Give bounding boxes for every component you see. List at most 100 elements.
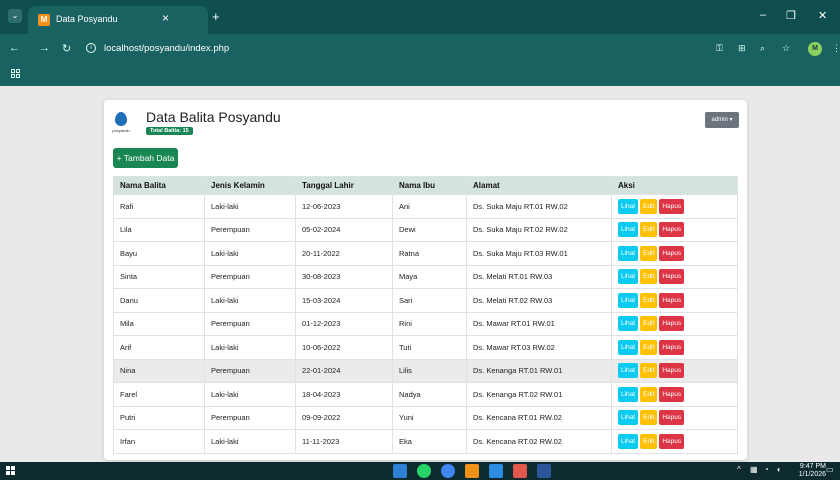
view-button[interactable]: Lihat [618, 245, 639, 261]
cell-alamat: Ds. Kenanga RT.02 RW.01 [466, 382, 612, 407]
edit-button[interactable]: Edit [640, 269, 658, 285]
cell-nama-balita: Sinta [113, 264, 205, 289]
bookmark-star-icon[interactable]: ☆ [782, 43, 790, 54]
delete-button[interactable]: Hapus [659, 269, 685, 285]
view-button[interactable]: Lihat [618, 269, 639, 285]
cell-aksi: Lihat Edit Hapus [611, 335, 738, 360]
site-info-icon[interactable]: i [86, 43, 96, 53]
wifi-icon[interactable]: ◔ [764, 465, 769, 474]
cell-tanggal-lahir: 10-06-2022 [295, 335, 393, 360]
tray-icon-1[interactable]: ▦ [750, 465, 758, 474]
volume-icon[interactable]: ◖ [776, 465, 781, 474]
delete-button[interactable]: Hapus [659, 292, 685, 308]
delete-button[interactable]: Hapus [659, 363, 685, 379]
add-data-button[interactable]: + Tambah Data [113, 148, 178, 168]
zoom-icon[interactable]: ⌕ [760, 43, 765, 54]
cell-tanggal-lahir: 18-04-2023 [295, 382, 393, 407]
delete-button[interactable]: Hapus [659, 245, 685, 261]
cell-tanggal-lahir: 15-03-2024 [295, 288, 393, 313]
tab-search-icon[interactable]: ⌄ [8, 9, 22, 23]
delete-button[interactable]: Hapus [659, 433, 685, 449]
clock[interactable]: 9:47 PM 1/1/2026 [786, 463, 826, 479]
tab-title: Data Posyandu [56, 14, 118, 24]
edit-button[interactable]: Edit [640, 410, 658, 426]
browser-tab[interactable]: M Data Posyandu × [28, 6, 208, 34]
new-tab-icon[interactable]: + [212, 9, 220, 24]
view-button[interactable]: Lihat [618, 433, 639, 449]
url-text[interactable]: localhost/posyandu/index.php [104, 43, 229, 54]
cell-nama-balita: Bayu [113, 241, 205, 266]
file-explorer-icon[interactable] [393, 464, 407, 478]
cell-jenis-kelamin: Laki-laki [204, 382, 296, 407]
cell-alamat: Ds. Mawar RT.01 RW.01 [466, 311, 612, 336]
reload-icon[interactable]: ↻ [62, 42, 71, 55]
notification-icon[interactable]: ▭ [826, 465, 834, 474]
maximize-icon[interactable]: ❐ [786, 9, 796, 22]
edit-button[interactable]: Edit [640, 222, 658, 238]
header-nama-ibu[interactable]: Nama Ibu [392, 176, 467, 195]
cell-nama-balita: Arif [113, 335, 205, 360]
delete-button[interactable]: Hapus [659, 222, 685, 238]
whatsapp-icon[interactable] [417, 464, 431, 478]
url-field[interactable]: i localhost/posyandu/index.php [82, 39, 722, 59]
edit-button[interactable]: Edit [640, 292, 658, 308]
view-button[interactable]: Lihat [618, 363, 639, 379]
tray-overflow-icon[interactable]: ^ [737, 465, 741, 474]
cell-aksi: Lihat Edit Hapus [611, 429, 738, 454]
edit-button[interactable]: Edit [640, 245, 658, 261]
cell-nama-balita: Putri [113, 405, 205, 430]
delete-button[interactable]: Hapus [659, 339, 685, 355]
word-icon[interactable] [537, 464, 551, 478]
cell-alamat: Ds. Suka Maju RT.03 RW.01 [466, 241, 612, 266]
minimize-icon[interactable]: – [760, 9, 766, 21]
translate-icon[interactable]: ⊞ [738, 43, 746, 54]
header-nama-balita[interactable]: Nama Balita [113, 176, 205, 195]
view-button[interactable]: Lihat [618, 198, 639, 214]
delete-button[interactable]: Hapus [659, 410, 685, 426]
delete-button[interactable]: Hapus [659, 316, 685, 332]
close-tab-icon[interactable]: × [162, 11, 169, 25]
view-button[interactable]: Lihat [618, 339, 639, 355]
edit-button[interactable]: Edit [640, 386, 658, 402]
forward-icon[interactable]: → [39, 42, 50, 54]
edit-button[interactable]: Edit [640, 339, 658, 355]
edit-button[interactable]: Edit [640, 316, 658, 332]
xampp-icon[interactable] [465, 464, 479, 478]
cell-nama-balita: Lila [113, 217, 205, 242]
back-icon[interactable]: ← [9, 42, 20, 54]
vscode-icon[interactable] [489, 464, 503, 478]
close-window-icon[interactable]: ✕ [818, 9, 827, 22]
clock-date: 1/1/2026 [798, 471, 826, 478]
delete-button[interactable]: Hapus [659, 386, 685, 402]
header-tanggal-lahir[interactable]: Tanggal Lahir [295, 176, 393, 195]
apps-grid-icon[interactable] [11, 69, 21, 79]
header-alamat[interactable]: Alamat [466, 176, 612, 195]
view-button[interactable]: Lihat [618, 222, 639, 238]
edit-button[interactable]: Edit [640, 198, 658, 214]
cell-nama-ibu: Nadya [392, 382, 467, 407]
chrome-icon[interactable] [441, 464, 455, 478]
edit-button[interactable]: Edit [640, 363, 658, 379]
cell-nama-balita: Nina [113, 358, 205, 383]
menu-icon[interactable]: ⋮ [832, 43, 840, 54]
bookmarks-bar [0, 64, 840, 86]
view-button[interactable]: Lihat [618, 316, 639, 332]
cell-alamat: Ds. Suka Maju RT.02 RW.02 [466, 217, 612, 242]
windows-start-icon[interactable] [6, 466, 16, 476]
delete-button[interactable]: Hapus [659, 198, 685, 214]
table-row: Farel Laki-laki 18-04-2023 Nadya Ds. Kenanga… [113, 382, 738, 407]
view-button[interactable]: Lihat [618, 386, 639, 402]
password-key-icon[interactable]: ⚿ [716, 43, 723, 54]
cell-aksi: Lihat Edit Hapus [611, 311, 738, 336]
edit-button[interactable]: Edit [640, 433, 658, 449]
view-button[interactable]: Lihat [618, 410, 639, 426]
admin-dropdown-button[interactable]: admin ▾ [705, 112, 739, 128]
cell-alamat: Ds. Kenanga RT.01 RW.01 [466, 358, 612, 383]
page-title: Data Balita Posyandu [146, 109, 281, 125]
header-jenis-kelamin[interactable]: Jenis Kelamin [204, 176, 296, 195]
view-button[interactable]: Lihat [618, 292, 639, 308]
table-row: Putri Perempuan 09-09-2022 Yuni Ds. Kencana … [113, 405, 738, 430]
cell-nama-ibu: Yuni [392, 405, 467, 430]
app-icon[interactable] [513, 464, 527, 478]
profile-avatar[interactable]: M [808, 42, 822, 56]
